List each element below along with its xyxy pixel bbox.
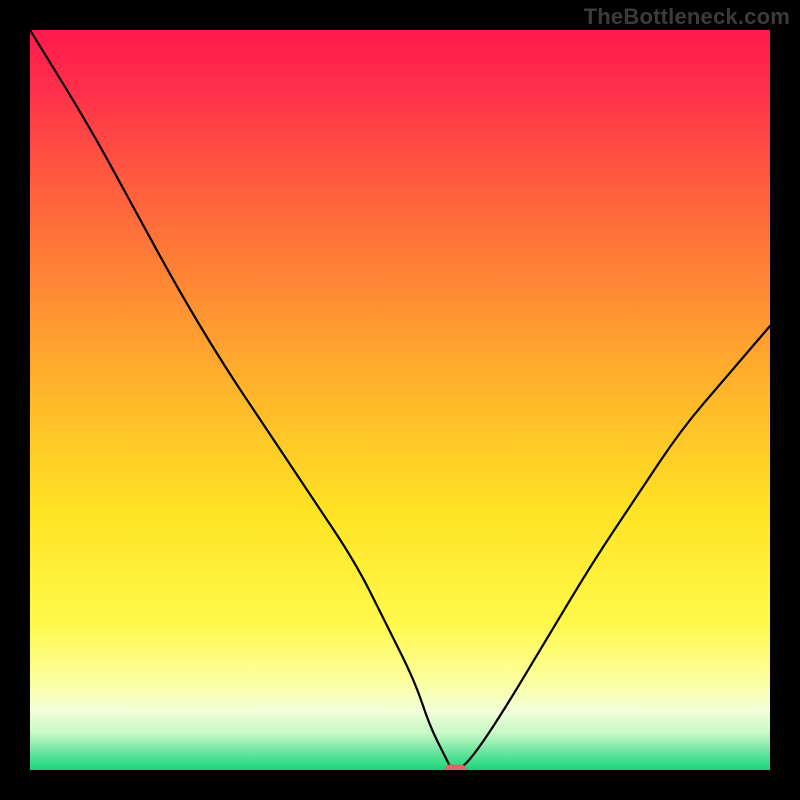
chart-frame: TheBottleneck.com — [0, 0, 800, 800]
bottleneck-plot — [30, 30, 770, 770]
plot-svg — [30, 30, 770, 770]
gradient-background — [30, 30, 770, 770]
optimal-marker — [445, 765, 467, 771]
watermark-text: TheBottleneck.com — [584, 4, 790, 30]
